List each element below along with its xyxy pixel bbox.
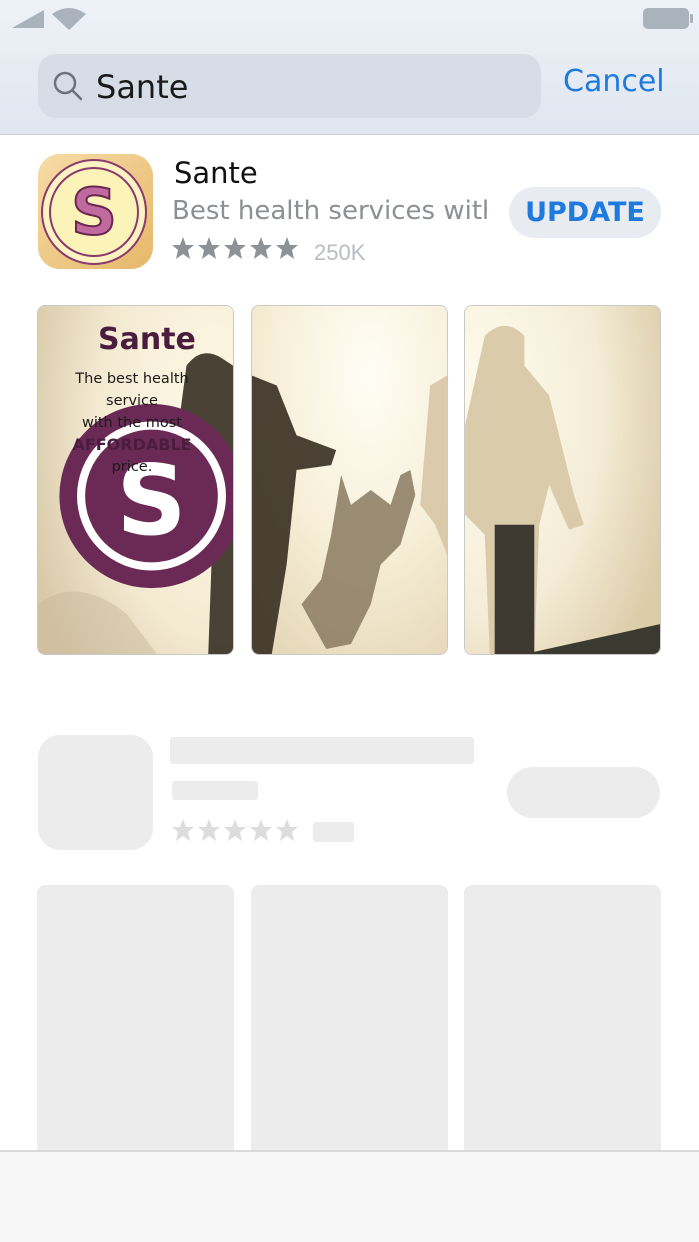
- header: Sante Cancel: [0, 0, 699, 135]
- app-icon[interactable]: S: [38, 154, 153, 269]
- sante-logo-icon: S: [38, 154, 153, 269]
- cellular-signal-icon: [12, 10, 44, 28]
- app-screenshot-3[interactable]: [464, 305, 661, 655]
- skeleton-app-icon: [38, 735, 153, 850]
- star-icon: [250, 819, 272, 841]
- skeleton-rating-count: [313, 822, 354, 842]
- skeleton-stars: [171, 818, 299, 842]
- star-icon: [276, 237, 298, 259]
- skeleton-screenshot-1: [37, 885, 234, 1150]
- search-input[interactable]: Sante: [96, 68, 188, 106]
- star-icon: [172, 237, 194, 259]
- skeleton-subtitle: [172, 781, 258, 800]
- rating-stars: [171, 236, 299, 266]
- app-icon-letter: S: [71, 176, 117, 250]
- rating-count: 250K: [314, 240, 366, 265]
- skeleton-screenshot-2: [251, 885, 448, 1150]
- star-icon: [224, 819, 246, 841]
- promo-tagline: The best health service with the most AF…: [52, 368, 212, 478]
- skeleton-button: [507, 767, 660, 818]
- promo-line-4: price.: [111, 459, 153, 475]
- app-name[interactable]: Sante: [174, 156, 258, 190]
- cancel-button[interactable]: Cancel: [563, 64, 665, 99]
- promo-line-1: The best health service: [75, 371, 189, 409]
- star-icon: [198, 237, 220, 259]
- battery-icon: [643, 8, 693, 29]
- promo-brand: Sante: [98, 322, 196, 357]
- wifi-icon: [52, 8, 86, 30]
- star-icon: [276, 819, 298, 841]
- promo-line-3: AFFORDABLE: [72, 435, 192, 454]
- update-button[interactable]: UPDATE: [509, 187, 661, 238]
- star-icon: [250, 237, 272, 259]
- app-screenshot-2[interactable]: [251, 305, 448, 655]
- family-photo-middle: [252, 306, 447, 654]
- search-bar[interactable]: Sante: [38, 54, 541, 118]
- app-screenshot-1[interactable]: S Sante The best health service with the…: [37, 305, 234, 655]
- star-icon: [198, 819, 220, 841]
- app-subtitle: Best health services with...: [172, 196, 487, 226]
- family-photo-right: [465, 306, 660, 654]
- skeleton-screenshot-3: [464, 885, 661, 1150]
- tab-bar[interactable]: [0, 1150, 699, 1242]
- star-icon: [224, 237, 246, 259]
- star-icon: [172, 819, 194, 841]
- search-icon: [53, 71, 83, 101]
- skeleton-title: [170, 737, 474, 764]
- promo-line-2: with the most: [81, 415, 182, 431]
